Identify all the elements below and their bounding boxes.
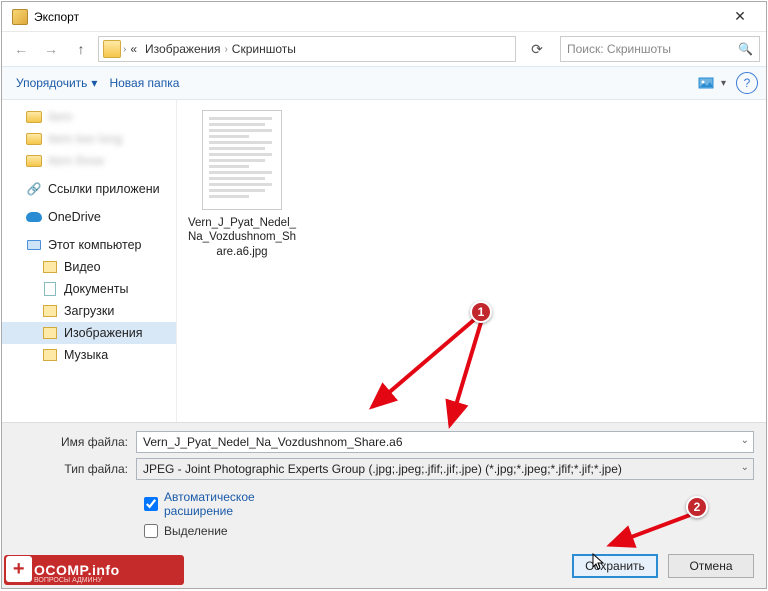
sidebar-item-this-pc[interactable]: Этот компьютер [2, 234, 176, 256]
forward-button[interactable]: → [38, 36, 64, 62]
onedrive-icon [26, 209, 42, 225]
filename-label: Имя файла: [14, 435, 136, 449]
save-button[interactable]: Сохранить [572, 554, 658, 578]
watermark: + OCOMP.info ВОПРОСЫ АДМИНУ [4, 555, 184, 585]
path-segment[interactable]: Изображения [141, 42, 224, 56]
path-segment[interactable]: Скриншоты [228, 42, 300, 56]
downloads-icon [42, 303, 58, 319]
picture-icon [698, 75, 714, 91]
sidebar-item-app-links[interactable]: 🔗 Ссылки приложени [2, 178, 176, 200]
auto-extension-checkbox[interactable]: Автоматическое расширение [144, 490, 754, 518]
chevron-down-icon[interactable]: ⌄ [741, 435, 749, 446]
back-button[interactable]: ← [8, 36, 34, 62]
button-label: Отмена [689, 559, 732, 573]
checkbox-input[interactable] [144, 524, 158, 538]
organize-label: Упорядочить [16, 76, 87, 90]
chevron-down-icon[interactable]: ⌄ [741, 462, 749, 473]
sidebar-item-pictures[interactable]: Изображения [2, 322, 176, 344]
organize-button[interactable]: Упорядочить ▾ [10, 72, 103, 94]
file-item[interactable]: Vern_J_Pyat_Nedel_Na_Vozdushnom_Share.a6… [187, 110, 297, 259]
checkbox-label: Выделение [164, 524, 228, 538]
new-folder-label: Новая папка [109, 76, 179, 90]
filetype-label: Тип файла: [14, 462, 136, 476]
music-icon [42, 347, 58, 363]
sidebar-item-label: Этот компьютер [48, 238, 141, 252]
sidebar-item-music[interactable]: Музыка [2, 344, 176, 366]
filetype-value: JPEG - Joint Photographic Experts Group … [143, 462, 622, 476]
sidebar-item-label: Загрузки [64, 304, 114, 318]
search-icon: 🔍 [738, 42, 753, 56]
sidebar-item-documents[interactable]: Документы [2, 278, 176, 300]
cancel-button[interactable]: Отмена [668, 554, 754, 578]
sidebar-item-label: Документы [64, 282, 128, 296]
plus-icon: + [6, 556, 32, 582]
sidebar-item[interactable]: Item two long [2, 128, 176, 150]
sidebar-item-label: Музыка [64, 348, 108, 362]
toolbar: Упорядочить ▾ Новая папка ▾ ? [2, 66, 766, 100]
chevron-down-icon: ▾ [91, 76, 97, 90]
path-prefix: « [126, 42, 141, 56]
pictures-icon [42, 325, 58, 341]
video-icon [42, 259, 58, 275]
sidebar: Item Item two long Item three 🔗 Ссылки пр… [2, 100, 177, 422]
help-button[interactable]: ? [736, 72, 758, 94]
chevron-down-icon[interactable]: ▾ [721, 78, 726, 89]
thumbnail-icon [202, 110, 282, 210]
sidebar-item[interactable]: Item [2, 106, 176, 128]
refresh-button[interactable]: ⟳ [524, 36, 550, 62]
link-icon: 🔗 [26, 181, 42, 197]
window-title: Экспорт [34, 10, 79, 24]
filename-input[interactable]: Vern_J_Pyat_Nedel_Na_Vozdushnom_Share.a6… [136, 431, 754, 453]
filetype-select[interactable]: JPEG - Joint Photographic Experts Group … [136, 458, 754, 480]
sidebar-item[interactable]: Item three [2, 150, 176, 172]
cursor-icon [592, 553, 606, 573]
sidebar-item-onedrive[interactable]: OneDrive [2, 206, 176, 228]
dialog-body: Item Item two long Item three 🔗 Ссылки пр… [2, 100, 766, 422]
up-button[interactable]: ↑ [68, 36, 94, 62]
pc-icon [26, 237, 42, 253]
documents-icon [42, 281, 58, 297]
search-input[interactable]: Поиск: Скриншоты 🔍 [560, 36, 760, 62]
sidebar-item-video[interactable]: Видео [2, 256, 176, 278]
checkbox-label: Автоматическое расширение [164, 490, 274, 518]
file-label: Vern_J_Pyat_Nedel_Na_Vozdushnom_Share.a6… [187, 216, 297, 259]
sidebar-item-label: Видео [64, 260, 101, 274]
selection-checkbox[interactable]: Выделение [144, 524, 754, 538]
folder-icon [103, 40, 121, 58]
watermark-subtext: ВОПРОСЫ АДМИНУ [34, 577, 102, 584]
sidebar-item-downloads[interactable]: Загрузки [2, 300, 176, 322]
export-dialog: Экспорт ✕ ← → ↑ › « Изображения › Скринш… [1, 1, 767, 589]
titlebar: Экспорт ✕ [2, 2, 766, 32]
watermark-text: OCOMP.info [34, 562, 120, 578]
annotation-marker-2: 2 [686, 496, 708, 518]
view-mode-button[interactable] [695, 72, 717, 94]
nav-row: ← → ↑ › « Изображения › Скриншоты ⟳ Поис… [2, 32, 766, 66]
app-icon [12, 9, 28, 25]
sidebar-item-label: OneDrive [48, 210, 101, 224]
sidebar-item-label: Ссылки приложени [48, 182, 160, 196]
new-folder-button[interactable]: Новая папка [103, 72, 185, 94]
address-bar[interactable]: › « Изображения › Скриншоты [98, 36, 516, 62]
file-pane[interactable]: Vern_J_Pyat_Nedel_Na_Vozdushnom_Share.a6… [177, 100, 766, 422]
filename-value: Vern_J_Pyat_Nedel_Na_Vozdushnom_Share.a6 [143, 435, 403, 449]
close-button[interactable]: ✕ [718, 3, 762, 31]
sidebar-item-label: Изображения [64, 326, 143, 340]
checkbox-input[interactable] [144, 497, 158, 511]
search-placeholder: Поиск: Скриншоты [567, 42, 671, 56]
annotation-marker-1: 1 [470, 301, 492, 323]
